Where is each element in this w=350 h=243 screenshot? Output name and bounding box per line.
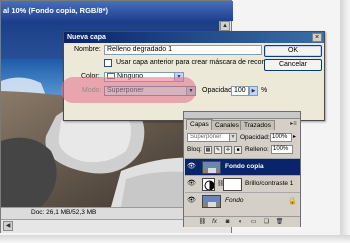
mode-select[interactable]: Superponer ▼ (104, 86, 196, 96)
layer-row[interactable]: 👁 ⛓ Brillo/contraste 1 (185, 175, 300, 192)
document-size-status: Doc: 26,1 MB/52,3 MB (31, 209, 97, 216)
panel-footer: ⛓ fx ◙ ◐ ▭ ❏ 🗑 (184, 216, 300, 227)
lock-all-icon[interactable]: ■ (234, 146, 242, 154)
layer-name-input[interactable]: Relleno degradado 1 (104, 45, 262, 55)
visibility-eye-icon[interactable]: 👁 (187, 163, 196, 171)
tab-channels[interactable]: Canales (211, 120, 243, 130)
tab-paths[interactable]: Trazados (240, 120, 275, 130)
lock-row: Bloq: ▦ ✎ ✛ ■ Relleno: 100% (187, 145, 297, 155)
layer-row[interactable]: 👁 Fondo copia (185, 158, 300, 175)
panel-titlebar[interactable] (184, 112, 300, 119)
lock-icon: 🔒 (288, 198, 297, 205)
layer-name: Fondo copia (225, 163, 264, 170)
layer-name: Brillo/contraste 1 (245, 180, 294, 187)
layers-panel: Capas Canales Trazados ▸≡ Superponer ▼ O… (183, 111, 301, 227)
blend-mode-select[interactable]: Superponer ▼ (187, 133, 237, 142)
layer-thumbnail (202, 195, 221, 208)
layer-thumbnail (202, 161, 221, 174)
dialog-title: Nueva capa (67, 34, 106, 41)
cancel-button[interactable]: Cancelar (264, 59, 322, 71)
chevron-down-icon: ▼ (186, 87, 195, 95)
panel-menu-icon[interactable]: ▸≡ (289, 120, 298, 128)
lock-label: Bloq: (187, 146, 202, 153)
adjustment-thumbnail-icon (202, 178, 215, 191)
clip-mask-label: Usar capa anterior para crear máscara de… (116, 59, 270, 66)
layer-row[interactable]: 👁 Fondo 🔒 (185, 192, 300, 209)
link-layers-icon[interactable]: ⛓ (198, 218, 207, 227)
document-title[interactable]: al 10% (Fondo copia, RGB/8*) (1, 1, 233, 21)
adjustment-icon[interactable]: ◐ (236, 218, 245, 227)
visibility-eye-icon[interactable]: 👁 (187, 180, 196, 188)
layer-opacity-label: Opacidad: (240, 134, 270, 141)
clip-mask-checkbox[interactable] (104, 59, 112, 67)
lock-pixels-icon[interactable]: ✎ (214, 146, 222, 154)
fill-input[interactable]: 100% (271, 145, 293, 154)
opacity-unit: % (261, 87, 268, 94)
drop-shadow-right (340, 0, 350, 243)
visibility-eye-icon[interactable]: 👁 (187, 197, 196, 205)
new-layer-icon[interactable]: ❏ (262, 218, 271, 227)
mask-thumbnail (223, 178, 242, 191)
drop-shadow-bottom (0, 235, 350, 243)
lock-transparency-icon[interactable]: ▦ (204, 146, 212, 154)
opacity-input[interactable]: 100 (231, 86, 249, 96)
fx-icon[interactable]: fx (210, 218, 219, 227)
scroll-left-icon[interactable]: ◀ (3, 221, 13, 231)
lock-position-icon[interactable]: ✛ (224, 146, 232, 154)
mode-label: Modo: (82, 87, 102, 94)
chevron-right-icon: ▶ (250, 87, 257, 95)
name-label: Nombre: (74, 46, 101, 53)
layer-opacity-input[interactable]: 100% (270, 133, 292, 142)
trash-icon[interactable]: 🗑 (275, 218, 284, 227)
fill-label: Relleno: (245, 146, 269, 153)
scroll-up-icon[interactable]: ▲ (220, 21, 230, 31)
mask-icon[interactable]: ◙ (223, 218, 232, 227)
chevron-right-icon[interactable]: ▸ (293, 133, 296, 140)
opacity-stepper[interactable]: ▶ (249, 86, 258, 96)
close-icon[interactable]: × (312, 33, 322, 42)
ok-button[interactable]: OK (264, 45, 322, 57)
folder-icon[interactable]: ▭ (249, 218, 258, 227)
panel-tabs: Capas Canales Trazados ▸≡ (184, 119, 300, 130)
dialog-titlebar[interactable]: Nueva capa × (64, 32, 324, 43)
blend-mode-value: Superponer (190, 134, 222, 140)
new-layer-dialog: Nueva capa × Nombre: Relleno degradado 1… (61, 31, 325, 121)
opacity-label: Opacidad: (202, 87, 234, 94)
layer-name: Fondo (225, 197, 244, 204)
mode-value: Superponer (107, 87, 144, 94)
tab-layers[interactable]: Capas (186, 119, 213, 130)
chevron-down-icon: ▼ (229, 134, 236, 141)
